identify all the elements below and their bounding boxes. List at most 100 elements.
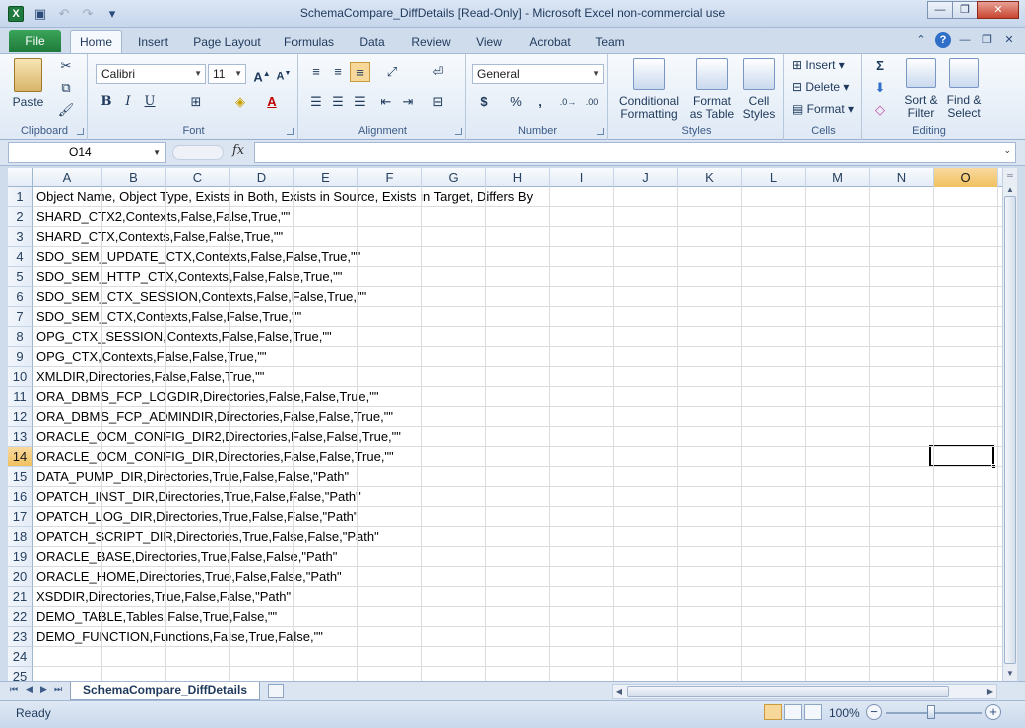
orientation-icon[interactable]: ⤢ xyxy=(382,62,402,82)
row-header[interactable]: 14 xyxy=(8,447,33,467)
zoom-slider-thumb[interactable] xyxy=(927,705,935,719)
row-header[interactable]: 21 xyxy=(8,587,33,607)
column-header-e[interactable]: E xyxy=(294,168,358,187)
row-header[interactable]: 10 xyxy=(8,367,33,387)
cell-a[interactable]: OPG_CTX,Contexts,False,False,True,"" xyxy=(36,347,267,367)
row-header[interactable]: 17 xyxy=(8,507,33,527)
cell-a[interactable]: SDO_SEM_CTX,Contexts,False,False,True,"" xyxy=(36,307,301,327)
increase-indent-icon[interactable]: ⇥ xyxy=(398,92,418,112)
close-workbook-icon[interactable]: ✕ xyxy=(1001,32,1017,48)
align-top-icon[interactable]: ≡ xyxy=(306,62,326,82)
clear-icon[interactable]: ◇ xyxy=(870,100,890,120)
normal-view-icon[interactable] xyxy=(764,704,782,720)
name-box[interactable]: O14 ▼ xyxy=(8,142,166,163)
column-header-n[interactable]: N xyxy=(870,168,934,187)
tab-data[interactable]: Data xyxy=(352,32,392,53)
format-as-table-button[interactable]: Format as Table xyxy=(686,58,738,121)
autosum-icon[interactable]: Σ xyxy=(870,56,890,76)
cell-a[interactable]: SDO_SEM_CTX_SESSION,Contexts,False,False… xyxy=(36,287,366,307)
row-header[interactable]: 19 xyxy=(8,547,33,567)
italic-button[interactable]: I xyxy=(118,92,138,112)
row-header[interactable]: 16 xyxy=(8,487,33,507)
currency-button[interactable]: $ xyxy=(474,92,494,112)
cell-a[interactable]: DATA_PUMP_DIR,Directories,True,False,Fal… xyxy=(36,467,349,487)
alignment-launcher-icon[interactable] xyxy=(455,128,462,135)
font-color-icon[interactable]: A xyxy=(262,92,282,112)
restore-workbook-icon[interactable]: ❐ xyxy=(979,32,995,48)
split-box-icon[interactable]: ═ xyxy=(1003,168,1017,183)
cell-a[interactable]: ORACLE_OCM_CONFIG_DIR2,Directories,False… xyxy=(36,427,401,447)
decrease-decimal-icon[interactable]: .00 xyxy=(582,92,602,112)
column-header-g[interactable]: G xyxy=(422,168,486,187)
find-select-button[interactable]: Find & Select xyxy=(944,58,984,120)
row-header[interactable]: 8 xyxy=(8,327,33,347)
cell-a[interactable]: ORACLE_OCM_CONFIG_DIR,Directories,False,… xyxy=(36,447,394,467)
row-header[interactable]: 22 xyxy=(8,607,33,627)
scroll-left-icon[interactable]: ◀ xyxy=(613,685,625,698)
column-header-c[interactable]: C xyxy=(166,168,230,187)
cell-a[interactable]: ORACLE_HOME,Directories,True,False,False… xyxy=(36,567,342,587)
fill-icon[interactable]: ⬇ xyxy=(870,78,890,98)
tab-acrobat[interactable]: Acrobat xyxy=(522,32,578,53)
page-layout-view-icon[interactable] xyxy=(784,704,802,720)
tab-team[interactable]: Team xyxy=(590,32,630,53)
scroll-down-icon[interactable]: ▼ xyxy=(1003,666,1017,681)
grow-font-icon[interactable]: A▲ xyxy=(252,64,272,84)
column-header-k[interactable]: K xyxy=(678,168,742,187)
formula-input[interactable]: ⌄ xyxy=(254,142,1016,163)
tab-file[interactable]: File xyxy=(9,30,61,52)
maximize-button[interactable]: ❐ xyxy=(952,1,978,19)
row-header[interactable]: 15 xyxy=(8,467,33,487)
borders-icon[interactable]: ⊞ xyxy=(186,92,206,112)
last-sheet-icon[interactable]: ⏭ xyxy=(54,684,62,695)
tab-insert[interactable]: Insert xyxy=(128,32,178,53)
column-header-l[interactable]: L xyxy=(742,168,806,187)
row-header[interactable]: 2 xyxy=(8,207,33,227)
vertical-scrollbar[interactable]: ═ ▲ ▼ xyxy=(1002,168,1017,681)
bold-button[interactable]: B xyxy=(96,92,116,112)
cell-a[interactable]: OPATCH_SCRIPT_DIR,Directories,True,False… xyxy=(36,527,379,547)
row-header[interactable]: 12 xyxy=(8,407,33,427)
tab-home[interactable]: Home xyxy=(70,30,122,54)
font-size-select[interactable]: 11 ▼ xyxy=(208,64,246,84)
cell-a[interactable]: SHARD_CTX,Contexts,False,False,True,"" xyxy=(36,227,283,247)
format-painter-icon[interactable]: 🖌 xyxy=(56,100,76,120)
cell-a[interactable]: SDO_SEM_HTTP_CTX,Contexts,False,False,Tr… xyxy=(36,267,342,287)
insert-sheet-icon[interactable] xyxy=(268,684,284,698)
cell-a[interactable]: SDO_SEM_UPDATE_CTX,Contexts,False,False,… xyxy=(36,247,360,267)
column-header-a[interactable]: A xyxy=(33,168,102,187)
row-header[interactable]: 6 xyxy=(8,287,33,307)
align-bottom-icon[interactable]: ≡ xyxy=(350,62,370,82)
zoom-in-button[interactable]: + xyxy=(985,704,1001,720)
column-header-o[interactable]: O xyxy=(934,168,998,187)
minimize-workbook-icon[interactable]: — xyxy=(957,32,973,48)
row-header[interactable]: 25 xyxy=(8,667,33,681)
cell-a[interactable]: OPATCH_INST_DIR,Directories,True,False,F… xyxy=(36,487,361,507)
cut-icon[interactable]: ✂ xyxy=(56,56,76,76)
row-header[interactable]: 13 xyxy=(8,427,33,447)
cell-a[interactable]: ORA_DBMS_FCP_ADMINDIR,Directories,False,… xyxy=(36,407,393,427)
align-middle-icon[interactable]: ≡ xyxy=(328,62,348,82)
page-break-view-icon[interactable] xyxy=(804,704,822,720)
vertical-scroll-thumb[interactable] xyxy=(1004,196,1016,664)
select-all-corner[interactable] xyxy=(8,168,33,187)
next-sheet-icon[interactable]: ▶ xyxy=(40,684,47,695)
row-header[interactable]: 24 xyxy=(8,647,33,667)
row-header[interactable]: 23 xyxy=(8,627,33,647)
align-center-icon[interactable]: ☰ xyxy=(328,92,348,112)
cell-a[interactable]: DEMO_TABLE,Tables,False,True,False,"" xyxy=(36,607,277,627)
paste-button[interactable]: Paste xyxy=(10,58,46,109)
worksheet-grid[interactable]: ABCDEFGHIJKLMNO 1 Object Name, Object Typ… xyxy=(8,168,1002,681)
sheet-tab-schemacompare[interactable]: SchemaCompare_DiffDetails xyxy=(70,682,260,700)
column-header-f[interactable]: F xyxy=(358,168,422,187)
align-left-icon[interactable]: ☰ xyxy=(306,92,326,112)
sort-filter-button[interactable]: Sort & Filter xyxy=(902,58,940,120)
zoom-level[interactable]: 100% xyxy=(829,706,860,720)
minimize-button[interactable]: — xyxy=(927,1,953,19)
prev-sheet-icon[interactable]: ◀ xyxy=(26,684,33,695)
help-icon[interactable]: ? xyxy=(935,32,951,48)
cell-styles-button[interactable]: Cell Styles xyxy=(738,58,780,121)
clipboard-launcher-icon[interactable] xyxy=(77,128,84,135)
zoom-out-button[interactable]: − xyxy=(866,704,882,720)
cell-a[interactable]: DEMO_FUNCTION,Functions,False,True,False… xyxy=(36,627,323,647)
